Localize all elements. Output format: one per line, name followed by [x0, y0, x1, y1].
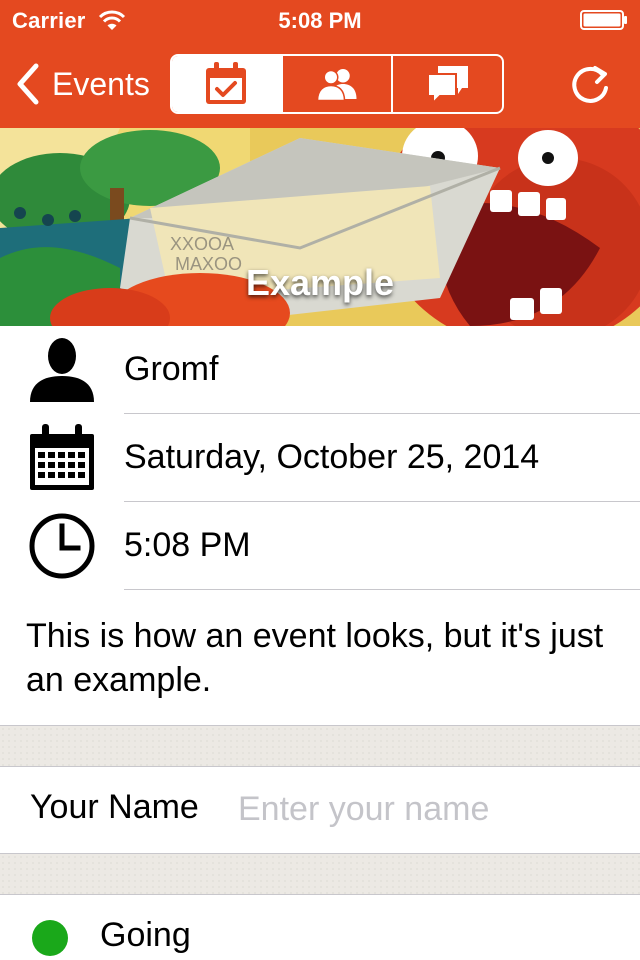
view-segmented-control	[170, 54, 504, 114]
event-description: This is how an event looks, but it's jus…	[26, 617, 604, 699]
your-name-label: Your Name	[30, 788, 199, 826]
navigation-bar: Carrier 5:08 PM Events	[0, 0, 640, 128]
event-date: Saturday, October 25, 2014	[124, 438, 540, 476]
status-bar: Carrier 5:08 PM	[0, 0, 640, 40]
chevron-left-icon	[17, 63, 39, 105]
divider	[124, 589, 640, 590]
chat-bubbles-icon	[426, 66, 468, 106]
status-time: 5:08 PM	[278, 8, 362, 33]
calendar-icon	[30, 424, 94, 490]
organizer-row: Gromf	[0, 326, 640, 414]
date-row: Saturday, October 25, 2014	[0, 414, 640, 502]
rsvp-going-option[interactable]: Going	[0, 894, 640, 960]
divider	[0, 766, 640, 767]
event-title: Example	[245, 262, 395, 303]
back-button[interactable]: Events	[14, 60, 150, 108]
going-status-dot	[32, 920, 68, 956]
organizer-name: Gromf	[124, 350, 219, 388]
section-spacer	[0, 854, 640, 894]
battery-icon	[580, 10, 627, 30]
section-spacer	[0, 726, 640, 766]
back-button-label: Events	[52, 65, 150, 102]
refresh-icon[interactable]	[568, 60, 612, 108]
tab-comments[interactable]	[391, 56, 502, 112]
name-input[interactable]	[238, 782, 618, 836]
going-label: Going	[100, 916, 191, 954]
event-time: 5:08 PM	[124, 526, 251, 564]
people-icon	[316, 69, 357, 102]
time-row: 5:08 PM	[0, 502, 640, 590]
clock-icon	[29, 513, 95, 579]
tab-details[interactable]	[172, 56, 281, 112]
svg-text:XXOOA: XXOOA	[170, 234, 234, 254]
tab-attendees[interactable]	[280, 56, 392, 112]
person-icon	[30, 338, 94, 402]
calendar-check-icon	[206, 62, 247, 104]
